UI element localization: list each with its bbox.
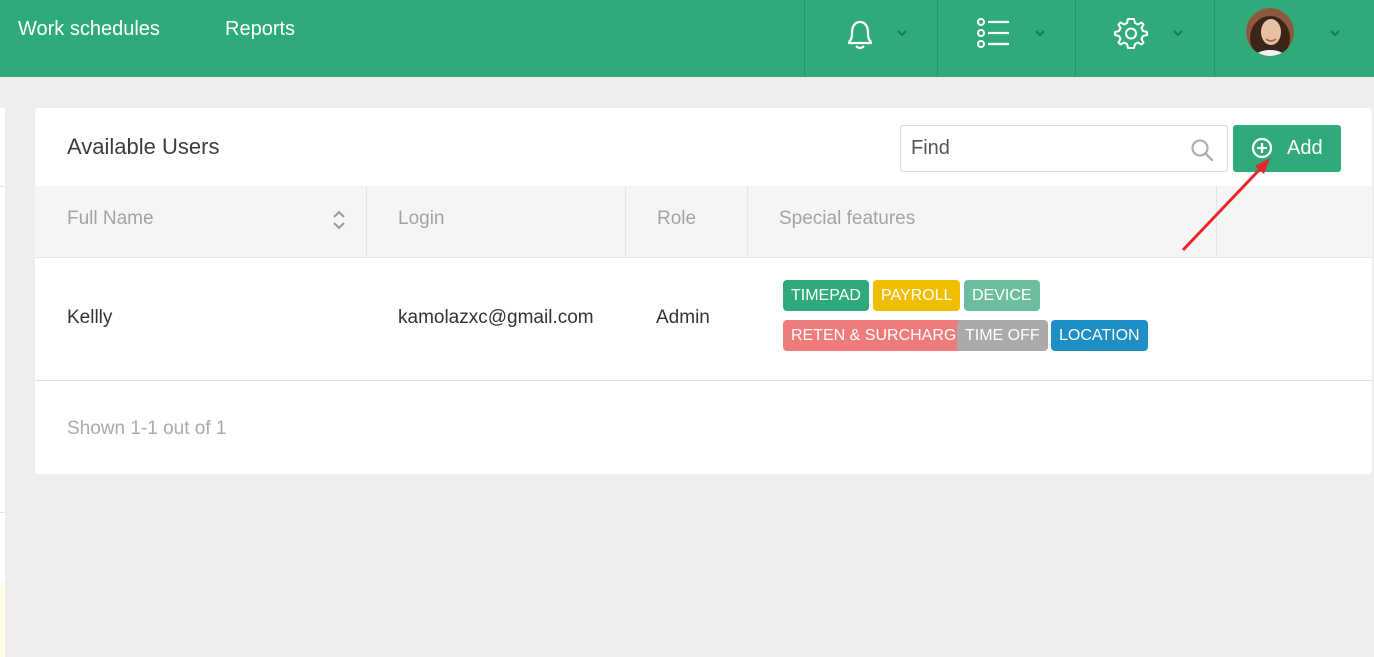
column-label: Full Name — [67, 208, 154, 229]
user-role: Admin — [656, 307, 710, 328]
feature-badge-location: LOCATION — [1051, 320, 1148, 351]
column-full-name[interactable]: Full Name — [35, 186, 367, 258]
settings-menu[interactable] — [1075, 0, 1214, 77]
feature-badge-reten-surcharg: RETEN & SURCHARG — [783, 320, 965, 351]
nav-work-schedules[interactable]: Work schedules — [18, 18, 160, 41]
sort-icon[interactable] — [332, 208, 346, 232]
column-label: Role — [657, 208, 697, 229]
card-title: Available Users — [67, 134, 220, 159]
side-panel-edge — [0, 108, 5, 657]
column-label: Special features — [779, 208, 916, 229]
list-icon — [975, 16, 1011, 55]
annotation-arrow — [1181, 158, 1270, 252]
bell-icon — [843, 16, 877, 57]
notifications-menu[interactable] — [804, 0, 937, 77]
list-menu[interactable] — [937, 0, 1075, 77]
chevron-down-icon — [1035, 30, 1045, 37]
add-button-label: Add — [1287, 137, 1323, 159]
table-row[interactable]: Kellly kamolazxc@gmail.com Admin TIMEPAD… — [35, 251, 1372, 381]
nav-reports[interactable]: Reports — [225, 18, 295, 41]
feature-badge-payroll: PAYROLL — [873, 280, 961, 311]
column-label: Login — [398, 208, 445, 229]
top-navigation-bar: Work schedules Reports — [0, 0, 1374, 77]
search-input[interactable] — [911, 126, 1181, 171]
column-role: Role — [626, 186, 748, 258]
gear-icon — [1114, 16, 1148, 55]
avatar — [1246, 8, 1294, 56]
chevron-down-icon — [1330, 30, 1340, 37]
pagination-summary: Shown 1-1 out of 1 — [67, 418, 227, 439]
chevron-down-icon — [897, 30, 907, 37]
column-login: Login — [367, 186, 626, 258]
chevron-down-icon — [1173, 30, 1183, 37]
feature-badge-device: DEVICE — [964, 280, 1040, 311]
user-full-name: Kellly — [67, 307, 113, 328]
feature-badge-time-off: TIME OFF — [957, 320, 1048, 351]
feature-badge-timepad: TIMEPAD — [783, 280, 869, 311]
column-special-features: Special features — [748, 186, 1217, 258]
user-login: kamolazxc@gmail.com — [398, 307, 594, 328]
user-menu[interactable] — [1214, 0, 1374, 77]
